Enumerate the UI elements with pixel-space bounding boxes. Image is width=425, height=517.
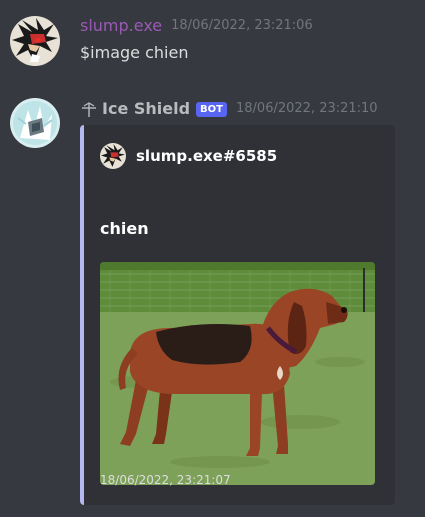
embed-author-avatar	[100, 143, 126, 169]
dog-photo	[100, 262, 375, 485]
embed-image[interactable]	[100, 262, 375, 485]
timestamp: 18/06/2022, 23:21:10	[236, 101, 378, 116]
embed-author: slump.exe#6585	[100, 143, 277, 169]
message-header: slump.exe 18/06/2022, 23:21:06	[80, 16, 313, 36]
timestamp: 18/06/2022, 23:21:06	[171, 18, 313, 33]
message-header: Ice Shield BOT 18/06/2022, 23:21:10	[80, 99, 378, 119]
message-content: $image chien	[80, 43, 189, 62]
ice-shield-avatar[interactable]	[10, 98, 60, 148]
username[interactable]: slump.exe	[80, 16, 162, 36]
embed: slump.exe#6585 chien 18/06/2022, 23:21:0…	[80, 125, 395, 505]
chat-messages: slump.exe 18/06/2022, 23:21:06 $image ch…	[0, 0, 425, 517]
embed-author-name: slump.exe#6585	[136, 147, 278, 165]
embed-footer: 18/06/2022, 23:21:07	[100, 473, 231, 487]
sword-role-icon	[80, 100, 98, 118]
slump-avatar[interactable]	[10, 16, 60, 66]
embed-title: chien	[100, 219, 149, 238]
username[interactable]: Ice Shield	[102, 99, 190, 119]
bot-badge: BOT	[196, 101, 227, 117]
